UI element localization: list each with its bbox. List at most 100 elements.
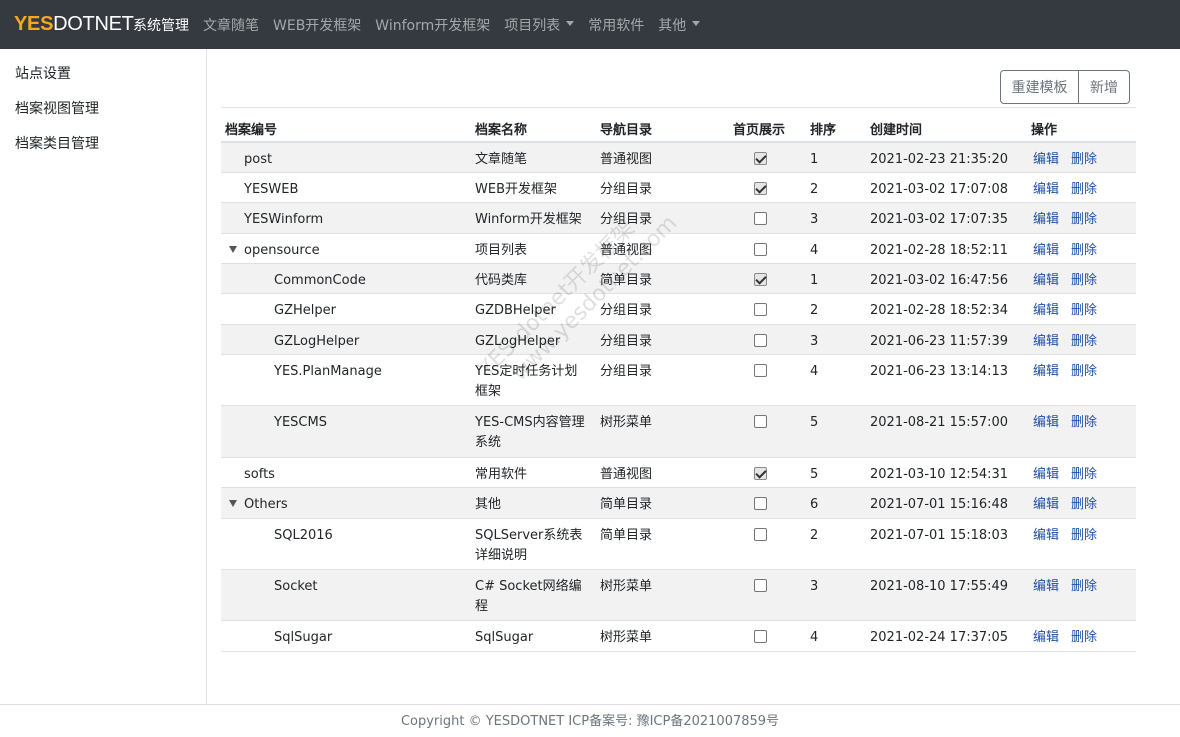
cell-name: 常用软件	[475, 467, 528, 482]
add-button[interactable]: 新增	[1079, 70, 1130, 104]
rebuild-template-button[interactable]: 重建模板	[1000, 70, 1079, 104]
table-row: opensource 项目列表 普通视图 4 2021-02-28 18:52:11 编辑…	[221, 234, 1136, 264]
archive-table: 档案编号 档案名称 导航目录 首页展示 排序 创建时间 操作 post 文章随笔普…	[221, 107, 1136, 652]
cell-code-text: post	[244, 152, 273, 167]
table-row: YESWEB WEB开发框架 分组目录 2 2021-03-02 17:07:08 编辑删…	[221, 173, 1136, 203]
home-display-checkbox[interactable]	[754, 273, 767, 286]
cell-name: YES定时任务计划框架	[475, 364, 578, 399]
cell-name: 其他	[475, 497, 502, 512]
cell-order: 5	[810, 467, 819, 482]
col-code-header: 档案编号	[225, 123, 278, 138]
delete-link[interactable]: 删除	[1071, 180, 1097, 200]
sidebar-item-archive-categories[interactable]: 档案类目管理	[15, 133, 99, 153]
edit-link[interactable]: 编辑	[1033, 465, 1059, 485]
table-body: post 文章随笔 普通视图 1 2021-02-23 21:35:20 编辑 删除 YESW…	[221, 143, 1136, 652]
col-order-header: 排序	[810, 123, 837, 138]
delete-link[interactable]: 删除	[1071, 362, 1097, 382]
table-row: CommonCode 代码类库 简单目录 1 2021-03-02 16:47:56 编辑…	[221, 264, 1136, 294]
cell-nav: 分组目录	[600, 212, 653, 227]
cell-name: SqlSugar	[475, 630, 534, 645]
sidebar-item-archive-views[interactable]: 档案视图管理	[15, 98, 99, 118]
cell-order: 3	[810, 579, 819, 594]
home-display-checkbox[interactable]	[754, 579, 767, 592]
nav-item-posts[interactable]: 文章随笔	[203, 15, 259, 35]
delete-link[interactable]: 删除	[1071, 301, 1097, 321]
edit-link[interactable]: 编辑	[1033, 577, 1059, 597]
edit-link[interactable]: 编辑	[1033, 301, 1059, 321]
home-display-checkbox[interactable]	[754, 467, 767, 480]
brand-logo[interactable]: YESDOTNET	[14, 12, 134, 36]
nav-item-winform-framework[interactable]: Winform开发框架	[375, 15, 490, 35]
home-display-checkbox[interactable]	[754, 303, 767, 316]
home-display-checkbox[interactable]	[754, 630, 767, 643]
tree-expand-icon[interactable]	[229, 246, 237, 253]
delete-link[interactable]: 删除	[1071, 577, 1097, 597]
delete-link[interactable]: 删除	[1071, 465, 1097, 485]
nav-item-software[interactable]: 常用软件	[588, 15, 644, 35]
delete-link[interactable]: 删除	[1071, 628, 1097, 648]
edit-link[interactable]: 编辑	[1033, 362, 1059, 382]
home-display-checkbox[interactable]	[754, 497, 767, 510]
delete-link[interactable]: 删除	[1071, 495, 1097, 515]
home-display-checkbox[interactable]	[754, 182, 767, 195]
edit-link[interactable]: 编辑	[1033, 241, 1059, 261]
cell-order: 2	[810, 528, 819, 543]
delete-link[interactable]: 删除	[1071, 241, 1097, 261]
edit-link[interactable]: 编辑	[1033, 210, 1059, 230]
cell-code: SQL2016	[274, 526, 333, 546]
delete-link[interactable]: 删除	[1071, 210, 1097, 230]
cell-created: 2021-02-24 17:37:05	[870, 630, 1009, 645]
delete-link[interactable]: 删除	[1071, 526, 1097, 546]
cell-name: C# Socket网络编程	[475, 579, 582, 614]
delete-link[interactable]: 删除	[1071, 413, 1097, 433]
nav-item-other[interactable]: 其他	[658, 15, 701, 35]
cell-name: WEB开发框架	[475, 182, 557, 197]
home-display-checkbox[interactable]	[754, 243, 767, 256]
home-display-checkbox[interactable]	[754, 212, 767, 225]
cell-order: 1	[810, 152, 819, 167]
delete-link[interactable]: 删除	[1071, 150, 1097, 170]
sidebar-item-site-settings[interactable]: 站点设置	[15, 63, 71, 83]
cell-nav: 简单目录	[600, 497, 653, 512]
home-display-checkbox[interactable]	[754, 415, 767, 428]
cell-created: 2021-06-23 11:57:39	[870, 334, 1009, 349]
edit-link[interactable]: 编辑	[1033, 495, 1059, 515]
delete-link[interactable]: 删除	[1071, 332, 1097, 352]
cell-nav: 简单目录	[600, 528, 653, 543]
cell-name: 文章随笔	[475, 152, 528, 167]
cell-code: softs	[244, 465, 275, 485]
cell-code: post	[244, 150, 272, 170]
cell-code-text: softs	[244, 467, 275, 482]
home-display-checkbox[interactable]	[754, 364, 767, 377]
footer: Copyright © YESDOTNET ICP备案号: 豫ICP备20210…	[0, 704, 1180, 737]
tree-expand-icon[interactable]	[229, 500, 237, 507]
home-display-checkbox[interactable]	[754, 334, 767, 347]
edit-link[interactable]: 编辑	[1033, 271, 1059, 291]
edit-link[interactable]: 编辑	[1033, 150, 1059, 170]
edit-link[interactable]: 编辑	[1033, 526, 1059, 546]
cell-nav: 简单目录	[600, 273, 653, 288]
table-header: 档案编号 档案名称 导航目录 首页展示 排序 创建时间 操作	[221, 108, 1136, 143]
nav-item-system[interactable]: 系统管理	[133, 15, 189, 35]
cell-nav: 分组目录	[600, 334, 653, 349]
cell-name: GZLogHelper	[475, 334, 561, 349]
cell-created: 2021-08-10 17:55:49	[870, 579, 1009, 594]
nav-item-projects[interactable]: 项目列表	[504, 15, 575, 35]
cell-code: YES.PlanManage	[274, 362, 382, 382]
edit-link[interactable]: 编辑	[1033, 332, 1059, 352]
cell-order: 5	[810, 415, 819, 430]
cell-code-text: YESCMS	[274, 415, 327, 430]
edit-link[interactable]: 编辑	[1033, 180, 1059, 200]
edit-link[interactable]: 编辑	[1033, 628, 1059, 648]
table-row: YESWinform Winform开发框架 分组目录 3 2021-03-02 17:…	[221, 203, 1136, 234]
nav-item-web-framework[interactable]: WEB开发框架	[273, 15, 361, 35]
home-display-checkbox[interactable]	[754, 528, 767, 541]
cell-code: Socket	[274, 577, 318, 597]
cell-order: 3	[810, 212, 819, 227]
delete-link[interactable]: 删除	[1071, 271, 1097, 291]
cell-code: Others	[229, 495, 288, 515]
cell-order: 4	[810, 364, 819, 379]
cell-order: 4	[810, 630, 819, 645]
home-display-checkbox[interactable]	[754, 152, 767, 165]
edit-link[interactable]: 编辑	[1033, 413, 1059, 433]
